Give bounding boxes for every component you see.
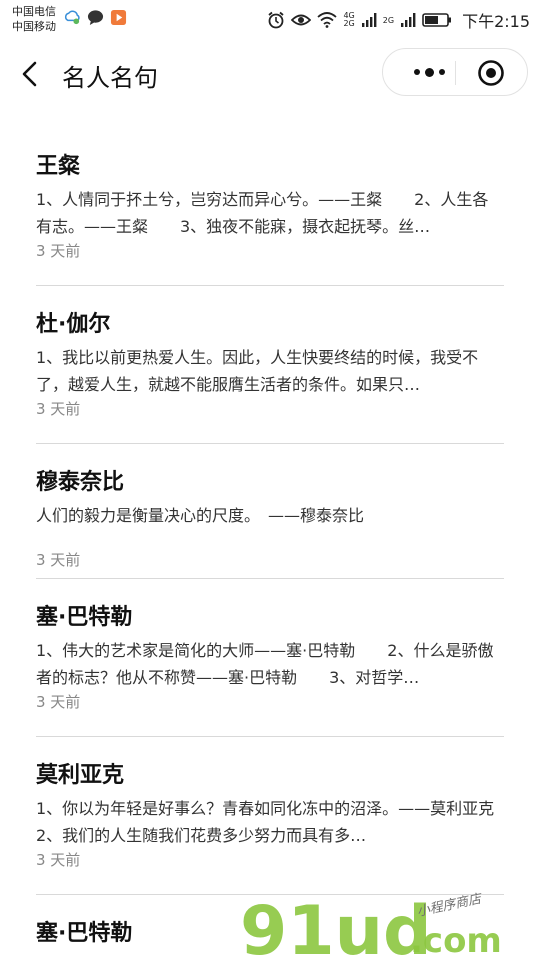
signal-icon-1 [361, 13, 377, 27]
miniprogram-capsule [382, 48, 528, 96]
item-title: 王粲 [36, 154, 81, 179]
quote-list: 王粲 1、人情同于抔土兮，岂穷达而异心兮。——王粲 2、人生各有志。——王粲 3… [36, 128, 504, 955]
list-item[interactable]: 塞·巴特勒 1、伟大的艺术家是简化的大师——塞·巴特勒 2、什么是骄傲者的标志？… [36, 579, 504, 737]
cloud-sync-icon [64, 10, 80, 25]
signal-icon-2 [401, 13, 416, 27]
back-arrow-icon[interactable] [18, 60, 42, 88]
list-item[interactable]: 莫利亚克 1、你以为年轻是好事么？青春如同化冻中的沼泽。——莫利亚克 2、我们的… [36, 737, 504, 895]
carrier-2: 中国移动 [12, 20, 56, 33]
system-status: 4G 2G 2G 下午2:15 [267, 8, 530, 32]
item-title: 塞·巴特勒 [36, 605, 133, 630]
notification-icons [64, 9, 127, 26]
watermark-suffix: .com [410, 921, 502, 960]
item-excerpt: 人们的毅力是衡量决心的尺度。 ——穆泰奈比 [36, 506, 365, 525]
network-type-1: 4G 2G [343, 11, 355, 28]
page-title: 名人名句 [62, 64, 158, 92]
item-timestamp: 3 天前 [36, 693, 81, 711]
watermark-logo: 91ud .com 小程序商店 [240, 891, 502, 960]
list-item[interactable]: 杜·伽尔 1、我比以前更热爱人生。因此，人生快要终结的时候，我受不了，越爱人生，… [36, 286, 504, 444]
close-miniprogram-icon[interactable] [477, 59, 505, 87]
list-item[interactable]: 穆泰奈比 人们的毅力是衡量决心的尺度。 ——穆泰奈比 3 天前 [36, 444, 504, 579]
alarm-icon [268, 11, 285, 29]
item-excerpt: 1、我比以前更热爱人生。因此，人生快要终结的时候，我受不了，越爱人生，就越不能服… [36, 348, 479, 394]
item-timestamp: 3 天前 [36, 400, 81, 418]
network-type-2: 2G [382, 15, 395, 25]
battery-icon [422, 13, 452, 27]
item-timestamp: 3 天前 [36, 551, 81, 569]
chat-icon [87, 10, 104, 26]
more-options-icon[interactable] [403, 49, 455, 95]
video-app-icon [110, 9, 127, 26]
item-timestamp: 3 天前 [36, 242, 81, 260]
watermark-brand: 91ud [240, 892, 432, 960]
wifi-icon [317, 12, 338, 28]
carrier-1: 中国电信 [12, 5, 56, 18]
clock: 下午2:15 [462, 12, 530, 31]
carrier-info: 中国电信 中国移动 [12, 4, 56, 34]
nav-bar: 名人名句 [0, 38, 540, 110]
item-title: 穆泰奈比 [36, 470, 125, 495]
list-item[interactable]: 王粲 1、人情同于抔土兮，岂穷达而异心兮。——王粲 2、人生各有志。——王粲 3… [36, 128, 504, 286]
item-title: 莫利亚克 [36, 763, 125, 788]
item-title: 塞·巴特勒 [36, 921, 133, 946]
item-excerpt: 1、人情同于抔土兮，岂穷达而异心兮。——王粲 2、人生各有志。——王粲 3、独夜… [36, 190, 489, 236]
item-excerpt: 1、你以为年轻是好事么？青春如同化冻中的沼泽。——莫利亚克 2、我们的人生随我们… [36, 799, 504, 845]
eye-icon [291, 14, 312, 26]
item-excerpt: 1、伟大的艺术家是简化的大师——塞·巴特勒 2、什么是骄傲者的标志？他从不称赞—… [36, 641, 494, 687]
capsule-divider [455, 61, 456, 85]
item-timestamp: 3 天前 [36, 851, 81, 869]
status-bar: 中国电信 中国移动 4G 2G 2G 下午2:15 [0, 0, 540, 38]
item-title: 杜·伽尔 [36, 312, 111, 337]
